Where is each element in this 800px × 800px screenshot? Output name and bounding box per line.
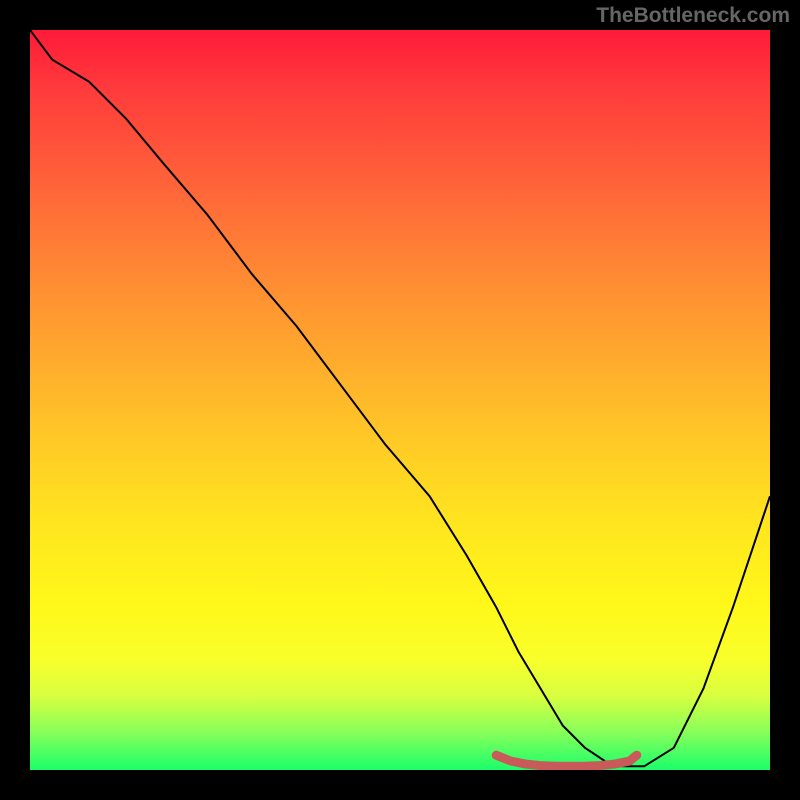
chart-svg bbox=[30, 30, 770, 770]
bottleneck-curve-path bbox=[30, 30, 770, 766]
chart-plot-area bbox=[30, 30, 770, 770]
watermark-text: TheBottleneck.com bbox=[596, 4, 790, 28]
optimal-marker-path bbox=[496, 755, 637, 766]
